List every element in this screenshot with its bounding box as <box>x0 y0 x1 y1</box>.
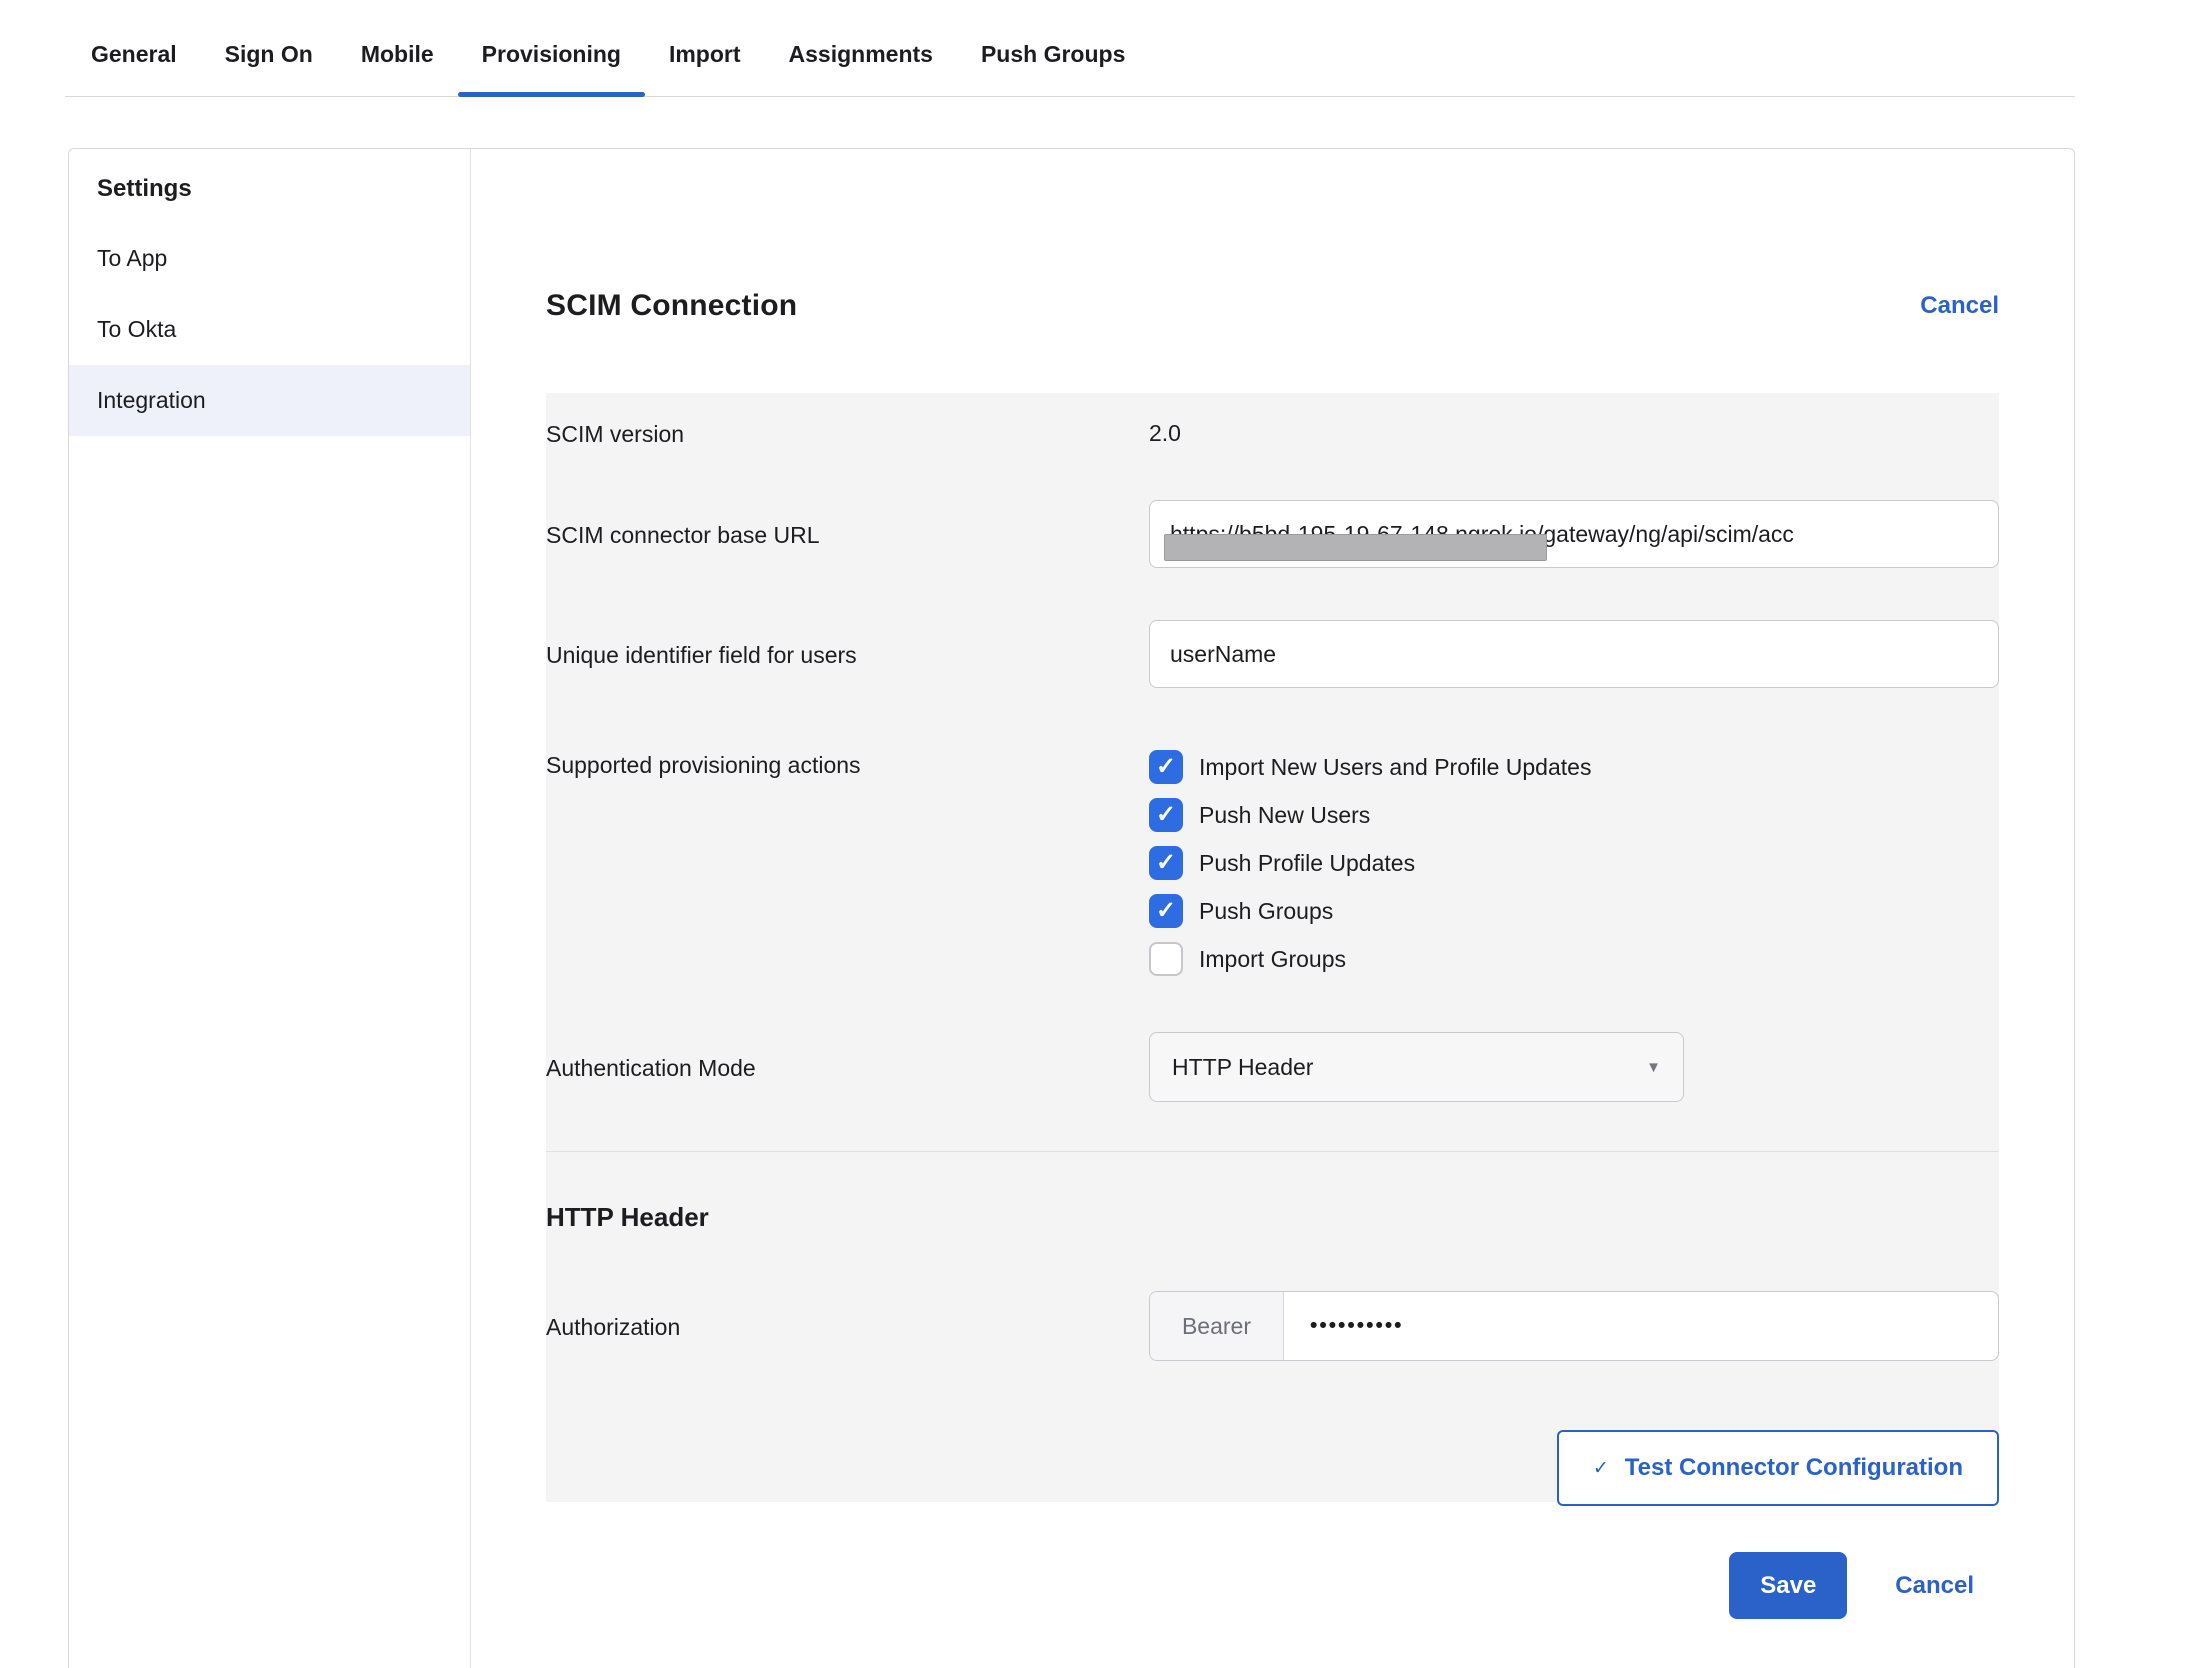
action-import-new-users: Import New Users and Profile Updates <box>1149 750 1999 784</box>
auth-mode-label: Authentication Mode <box>546 1053 1149 1082</box>
authorization-row: Authorization Bearer •••••••••• <box>546 1291 1999 1361</box>
tab-sign-on[interactable]: Sign On <box>201 0 337 96</box>
cancel-link-bottom[interactable]: Cancel <box>1895 1572 1974 1600</box>
scim-connection-content: SCIM Connection Cancel SCIM version 2.0 … <box>471 149 2074 1668</box>
tab-general[interactable]: General <box>67 0 201 96</box>
auth-mode-row: Authentication Mode HTTP Header ▼ <box>546 1032 1999 1102</box>
http-header-section-title: HTTP Header <box>546 1152 1999 1233</box>
base-url-visible-text: /gateway/ng/api/scim/acc <box>1537 521 1794 548</box>
chevron-down-icon: ▼ <box>1646 1059 1661 1076</box>
provisioning-actions-row: Supported provisioning actions Import Ne… <box>546 750 1999 976</box>
redaction-bar <box>1164 534 1547 561</box>
tab-import[interactable]: Import <box>645 0 765 96</box>
scim-version-label: SCIM version <box>546 419 1149 448</box>
bearer-token-input[interactable]: •••••••••• <box>1284 1292 1998 1360</box>
base-url-input[interactable]: https://b5bd-195-19-67-148.ngrok.io/gate… <box>1149 500 1999 568</box>
provisioning-panel: Settings To App To Okta Integration SCIM… <box>68 148 2075 1668</box>
cancel-link-top[interactable]: Cancel <box>1920 292 1999 320</box>
auth-mode-value: HTTP Header <box>1172 1054 1313 1081</box>
scim-form: SCIM version 2.0 SCIM connector base URL… <box>546 393 1999 1502</box>
unique-id-label: Unique identifier field for users <box>546 640 1149 669</box>
action-push-groups: Push Groups <box>1149 894 1999 928</box>
page-title: SCIM Connection <box>546 289 797 323</box>
tab-assignments[interactable]: Assignments <box>765 0 957 96</box>
sidebar-item-integration[interactable]: Integration <box>69 365 470 436</box>
authorization-label: Authorization <box>546 1312 1149 1341</box>
action-push-profile-updates: Push Profile Updates <box>1149 846 1999 880</box>
checkbox-label: Import Groups <box>1199 946 1346 973</box>
app-tab-bar: General Sign On Mobile Provisioning Impo… <box>65 0 2075 97</box>
base-url-redacted-text: https://b5bd-195-19-67-148.ngrok.io <box>1170 521 1537 548</box>
check-icon: ✓ <box>1593 1457 1609 1480</box>
action-import-groups: Import Groups <box>1149 942 1999 976</box>
scim-version-value: 2.0 <box>1149 420 1181 447</box>
import-groups-checkbox[interactable] <box>1149 942 1183 976</box>
push-profile-updates-checkbox[interactable] <box>1149 846 1183 880</box>
provisioning-actions-label: Supported provisioning actions <box>546 750 1149 779</box>
settings-sidebar: Settings To App To Okta Integration <box>69 149 471 1668</box>
push-new-users-checkbox[interactable] <box>1149 798 1183 832</box>
tab-push-groups[interactable]: Push Groups <box>957 0 1149 96</box>
test-connector-configuration-button[interactable]: ✓ Test Connector Configuration <box>1557 1430 1999 1506</box>
action-push-new-users: Push New Users <box>1149 798 1999 832</box>
auth-mode-select[interactable]: HTTP Header ▼ <box>1149 1032 1684 1102</box>
checkbox-label: Import New Users and Profile Updates <box>1199 754 1591 781</box>
checkbox-label: Push Groups <box>1199 898 1333 925</box>
sidebar-item-to-okta[interactable]: To Okta <box>69 294 470 365</box>
save-button[interactable]: Save <box>1729 1552 1847 1619</box>
unique-id-input[interactable]: userName <box>1149 620 1999 688</box>
push-groups-checkbox[interactable] <box>1149 894 1183 928</box>
bearer-prefix: Bearer <box>1150 1292 1284 1360</box>
form-footer: Save Cancel <box>546 1552 1999 1619</box>
test-connector-label: Test Connector Configuration <box>1625 1454 1963 1482</box>
tab-mobile[interactable]: Mobile <box>337 0 458 96</box>
authorization-input-group: Bearer •••••••••• <box>1149 1291 1999 1361</box>
tab-provisioning[interactable]: Provisioning <box>458 0 645 96</box>
import-new-users-checkbox[interactable] <box>1149 750 1183 784</box>
checkbox-label: Push New Users <box>1199 802 1370 829</box>
sidebar-item-to-app[interactable]: To App <box>69 223 470 294</box>
sidebar-title: Settings <box>69 167 470 223</box>
unique-id-row: Unique identifier field for users userNa… <box>546 620 1999 688</box>
base-url-row: SCIM connector base URL https://b5bd-195… <box>546 500 1999 568</box>
scim-version-row: SCIM version 2.0 <box>546 419 1999 448</box>
checkbox-label: Push Profile Updates <box>1199 850 1415 877</box>
base-url-label: SCIM connector base URL <box>546 520 1149 549</box>
